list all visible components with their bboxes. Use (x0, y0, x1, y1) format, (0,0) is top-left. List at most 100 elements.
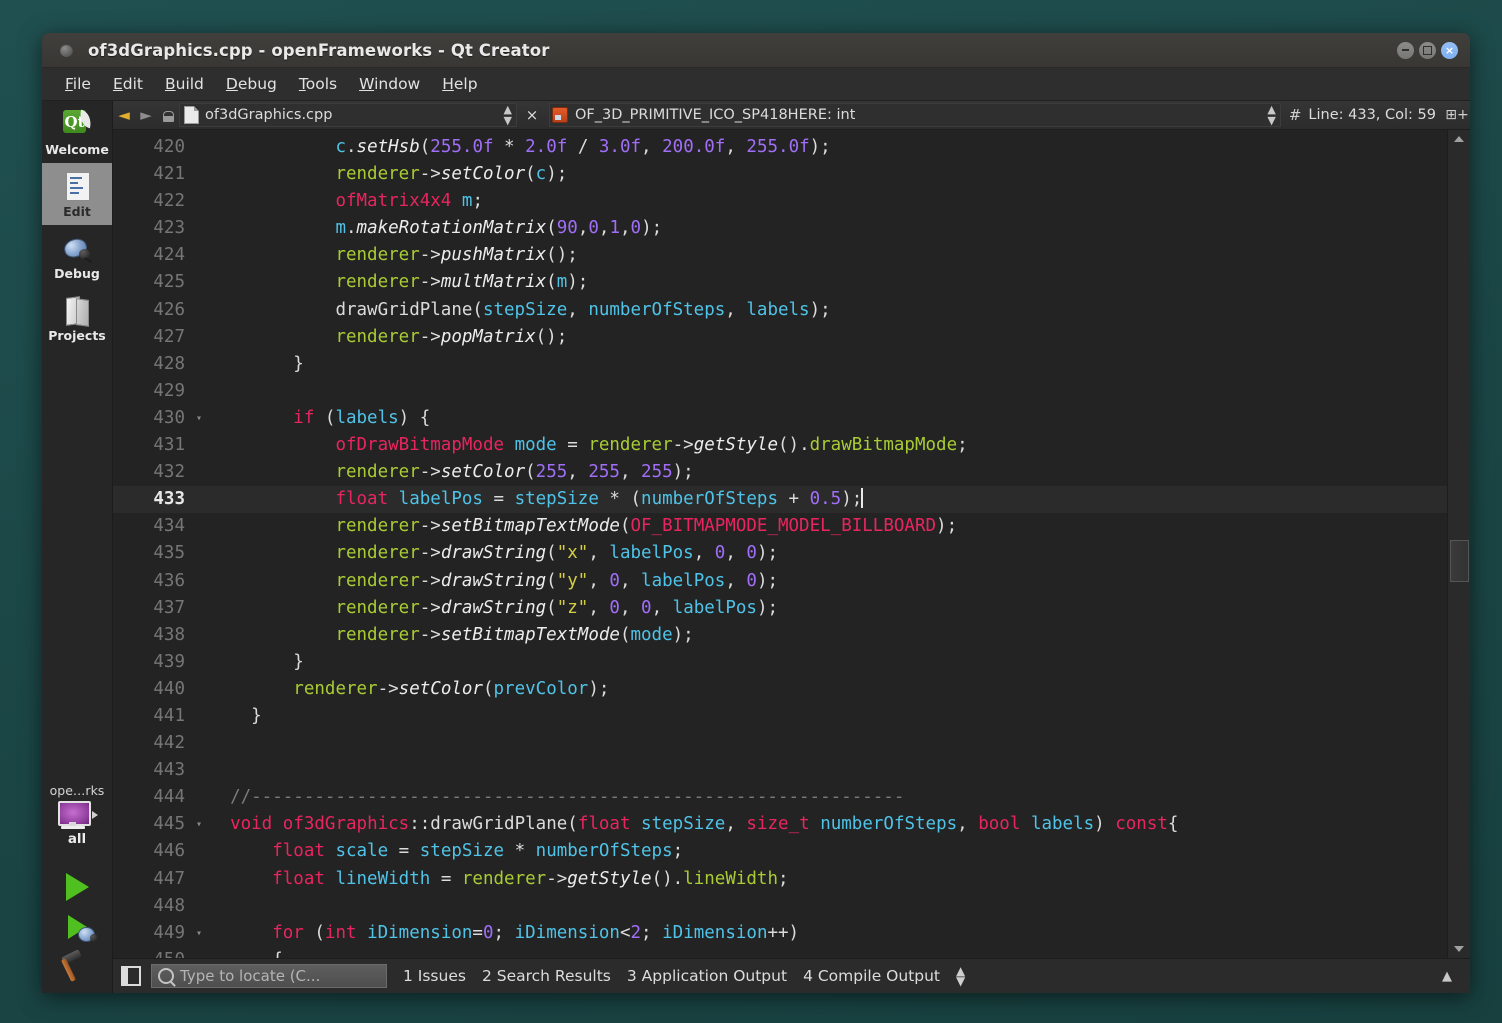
menu-help[interactable]: Help (431, 72, 488, 96)
code-line[interactable]: 444 //----------------------------------… (113, 784, 1447, 811)
token-pln (209, 869, 272, 889)
search-input[interactable]: Type to locate (C... (151, 964, 387, 988)
output-pane-search-results[interactable]: 2 Search Results (482, 967, 611, 985)
code-line[interactable]: 442 (113, 730, 1447, 757)
close-button[interactable]: × (1441, 41, 1458, 59)
code-line[interactable]: 434 renderer->setBitmapTextMode(OF_BITMA… (113, 513, 1447, 540)
code-text: renderer->setColor(c); (209, 161, 1447, 188)
menu-tools[interactable]: Tools (288, 72, 348, 96)
menu-debug[interactable]: Debug (215, 72, 288, 96)
code-line[interactable]: 443 (113, 757, 1447, 784)
code-line[interactable]: 431 ofDrawBitmapMode mode = renderer->ge… (113, 432, 1447, 459)
menu-build[interactable]: Build (154, 72, 215, 96)
code-line[interactable]: 433 float labelPos = stepSize * (numberO… (113, 486, 1447, 514)
arrow-back-icon[interactable]: ◄ (113, 106, 135, 124)
fold-marker-icon[interactable]: ▾ (189, 811, 209, 838)
line-column-indicator[interactable]: # Line: 433, Col: 59 (1281, 106, 1444, 124)
code-line[interactable]: 435 renderer->drawString("x", labelPos, … (113, 540, 1447, 567)
toggle-sidebar-icon[interactable] (121, 966, 141, 986)
token-pln (357, 923, 368, 943)
token-pln: ); (936, 516, 958, 537)
close-document-button[interactable]: × (519, 106, 545, 124)
sidebar-item-welcome[interactable]: Qt Welcome (42, 101, 112, 163)
fold-marker-icon[interactable]: ▾ (189, 920, 209, 947)
unlocked-padlock-icon[interactable] (157, 109, 179, 122)
build-button[interactable] (55, 947, 99, 987)
menu-edit[interactable]: Edit (102, 72, 154, 96)
output-pane-application-output[interactable]: 3 Application Output (627, 967, 787, 985)
code-line[interactable]: 436 renderer->drawString("y", 0, labelPo… (113, 568, 1447, 595)
code-text: //--------------------------------------… (209, 784, 1447, 811)
run-button[interactable] (55, 867, 99, 907)
arrow-forward-icon[interactable]: ► (135, 106, 157, 124)
scroll-up-arrow-icon[interactable] (1448, 130, 1470, 148)
code-line[interactable]: 439 } (113, 649, 1447, 676)
code-line[interactable]: 448 (113, 893, 1447, 920)
token-local: labels (335, 407, 399, 428)
token-local: iDimension (514, 922, 620, 943)
token-pln: } (209, 651, 304, 672)
code-line[interactable]: 422 ofMatrix4x4 m; (113, 188, 1447, 215)
code-line[interactable]: 450 { (113, 947, 1447, 958)
expand-up-icon[interactable]: ▲ (1432, 969, 1462, 984)
code-line[interactable]: 445 ▾ void of3dGraphics::drawGridPlane(fl… (113, 811, 1447, 838)
code-line[interactable]: 438 renderer->setBitmapTextMode(mode); (113, 622, 1447, 649)
token-pln: , (567, 462, 589, 483)
code-line[interactable]: 429 (113, 378, 1447, 405)
updown-spinner-icon[interactable]: ▲ ▼ (956, 965, 965, 987)
menu-file[interactable]: File (54, 72, 102, 96)
split-editor-icon[interactable]: ⊞+ (1444, 107, 1470, 123)
output-pane-issues[interactable]: 1 Issues (403, 967, 466, 985)
code-line[interactable]: 425 renderer->multMatrix(m); (113, 269, 1447, 296)
token-pln: ; (472, 191, 483, 212)
scrollbar-handle[interactable] (1450, 540, 1469, 582)
code-line[interactable]: 449 ▾ for (int iDimension=0; iDimension<2… (113, 920, 1447, 947)
token-pln (209, 462, 335, 482)
scrollbar-track[interactable] (1448, 148, 1470, 940)
editor-vertical-scrollbar[interactable] (1447, 130, 1470, 958)
fold-gutter (189, 242, 209, 269)
output-pane-compile-output[interactable]: 4 Compile Output (803, 967, 940, 985)
symbol-dropdown[interactable]: OF_3D_PRIMITIVE_ICO_SP418HERE: int ▲ ▼ (549, 103, 1281, 127)
code-line[interactable]: 421 renderer->setColor(c); (113, 161, 1447, 188)
token-pln: * ( (598, 489, 642, 510)
code-line[interactable]: 426 drawGridPlane(stepSize, numberOfStep… (113, 297, 1447, 324)
sidebar-item-edit[interactable]: Edit (42, 163, 112, 225)
qt-creator-window: of3dGraphics.cpp - openFrameworks - Qt C… (42, 33, 1470, 993)
code-line[interactable]: 440 renderer->setColor(prevColor); (113, 676, 1447, 703)
debug-button[interactable] (55, 907, 99, 947)
code-line[interactable]: 424 renderer->pushMatrix(); (113, 242, 1447, 269)
kit-selector-button[interactable] (56, 800, 98, 830)
code-line[interactable]: 430 ▾ if (labels) { (113, 405, 1447, 432)
code-line[interactable]: 423 m.makeRotationMatrix(90,0,1,0); (113, 215, 1447, 242)
token-local: stepSize (514, 489, 599, 510)
code-line[interactable]: 428 } (113, 351, 1447, 378)
scroll-down-arrow-icon[interactable] (1448, 940, 1470, 958)
code-line[interactable]: 441 } (113, 703, 1447, 730)
fold-marker-icon[interactable]: ▾ (189, 405, 209, 432)
maximize-button[interactable] (1419, 41, 1436, 59)
document-icon (184, 106, 199, 124)
token-pln: , (620, 218, 631, 239)
token-member: renderer (335, 245, 420, 266)
code-line[interactable]: 447 float lineWidth = renderer->getStyle… (113, 866, 1447, 893)
menu-debug-mnemonic: D (225, 75, 238, 93)
code-line[interactable]: 446 float scale = stepSize * numberOfSte… (113, 838, 1447, 865)
window-titlebar[interactable]: of3dGraphics.cpp - openFrameworks - Qt C… (42, 33, 1470, 68)
menu-window[interactable]: Window (348, 72, 431, 96)
token-kw: int (324, 922, 357, 943)
sidebar-item-projects[interactable]: Projects (42, 287, 112, 349)
window-menu-dot-icon[interactable] (60, 43, 73, 57)
sidebar-item-debug[interactable]: Debug (42, 225, 112, 287)
code-line[interactable]: 437 renderer->drawString("z", 0, 0, labe… (113, 595, 1447, 622)
code-line[interactable]: 432 renderer->setColor(255, 255, 255); (113, 459, 1447, 486)
open-documents-dropdown[interactable]: of3dGraphics.cpp ▲ ▼ (179, 103, 517, 127)
code-line[interactable]: 427 renderer->popMatrix(); (113, 324, 1447, 351)
minimize-button[interactable] (1397, 41, 1414, 59)
code-editor[interactable]: 420 c.setHsb(255.0f * 2.0f / 3.0f, 200.0… (113, 130, 1447, 958)
fold-gutter (189, 784, 209, 811)
line-number: 436 (153, 570, 185, 591)
fold-gutter (189, 757, 209, 784)
token-pln: ); (756, 597, 779, 618)
code-line[interactable]: 420 c.setHsb(255.0f * 2.0f / 3.0f, 200.0… (113, 134, 1447, 161)
